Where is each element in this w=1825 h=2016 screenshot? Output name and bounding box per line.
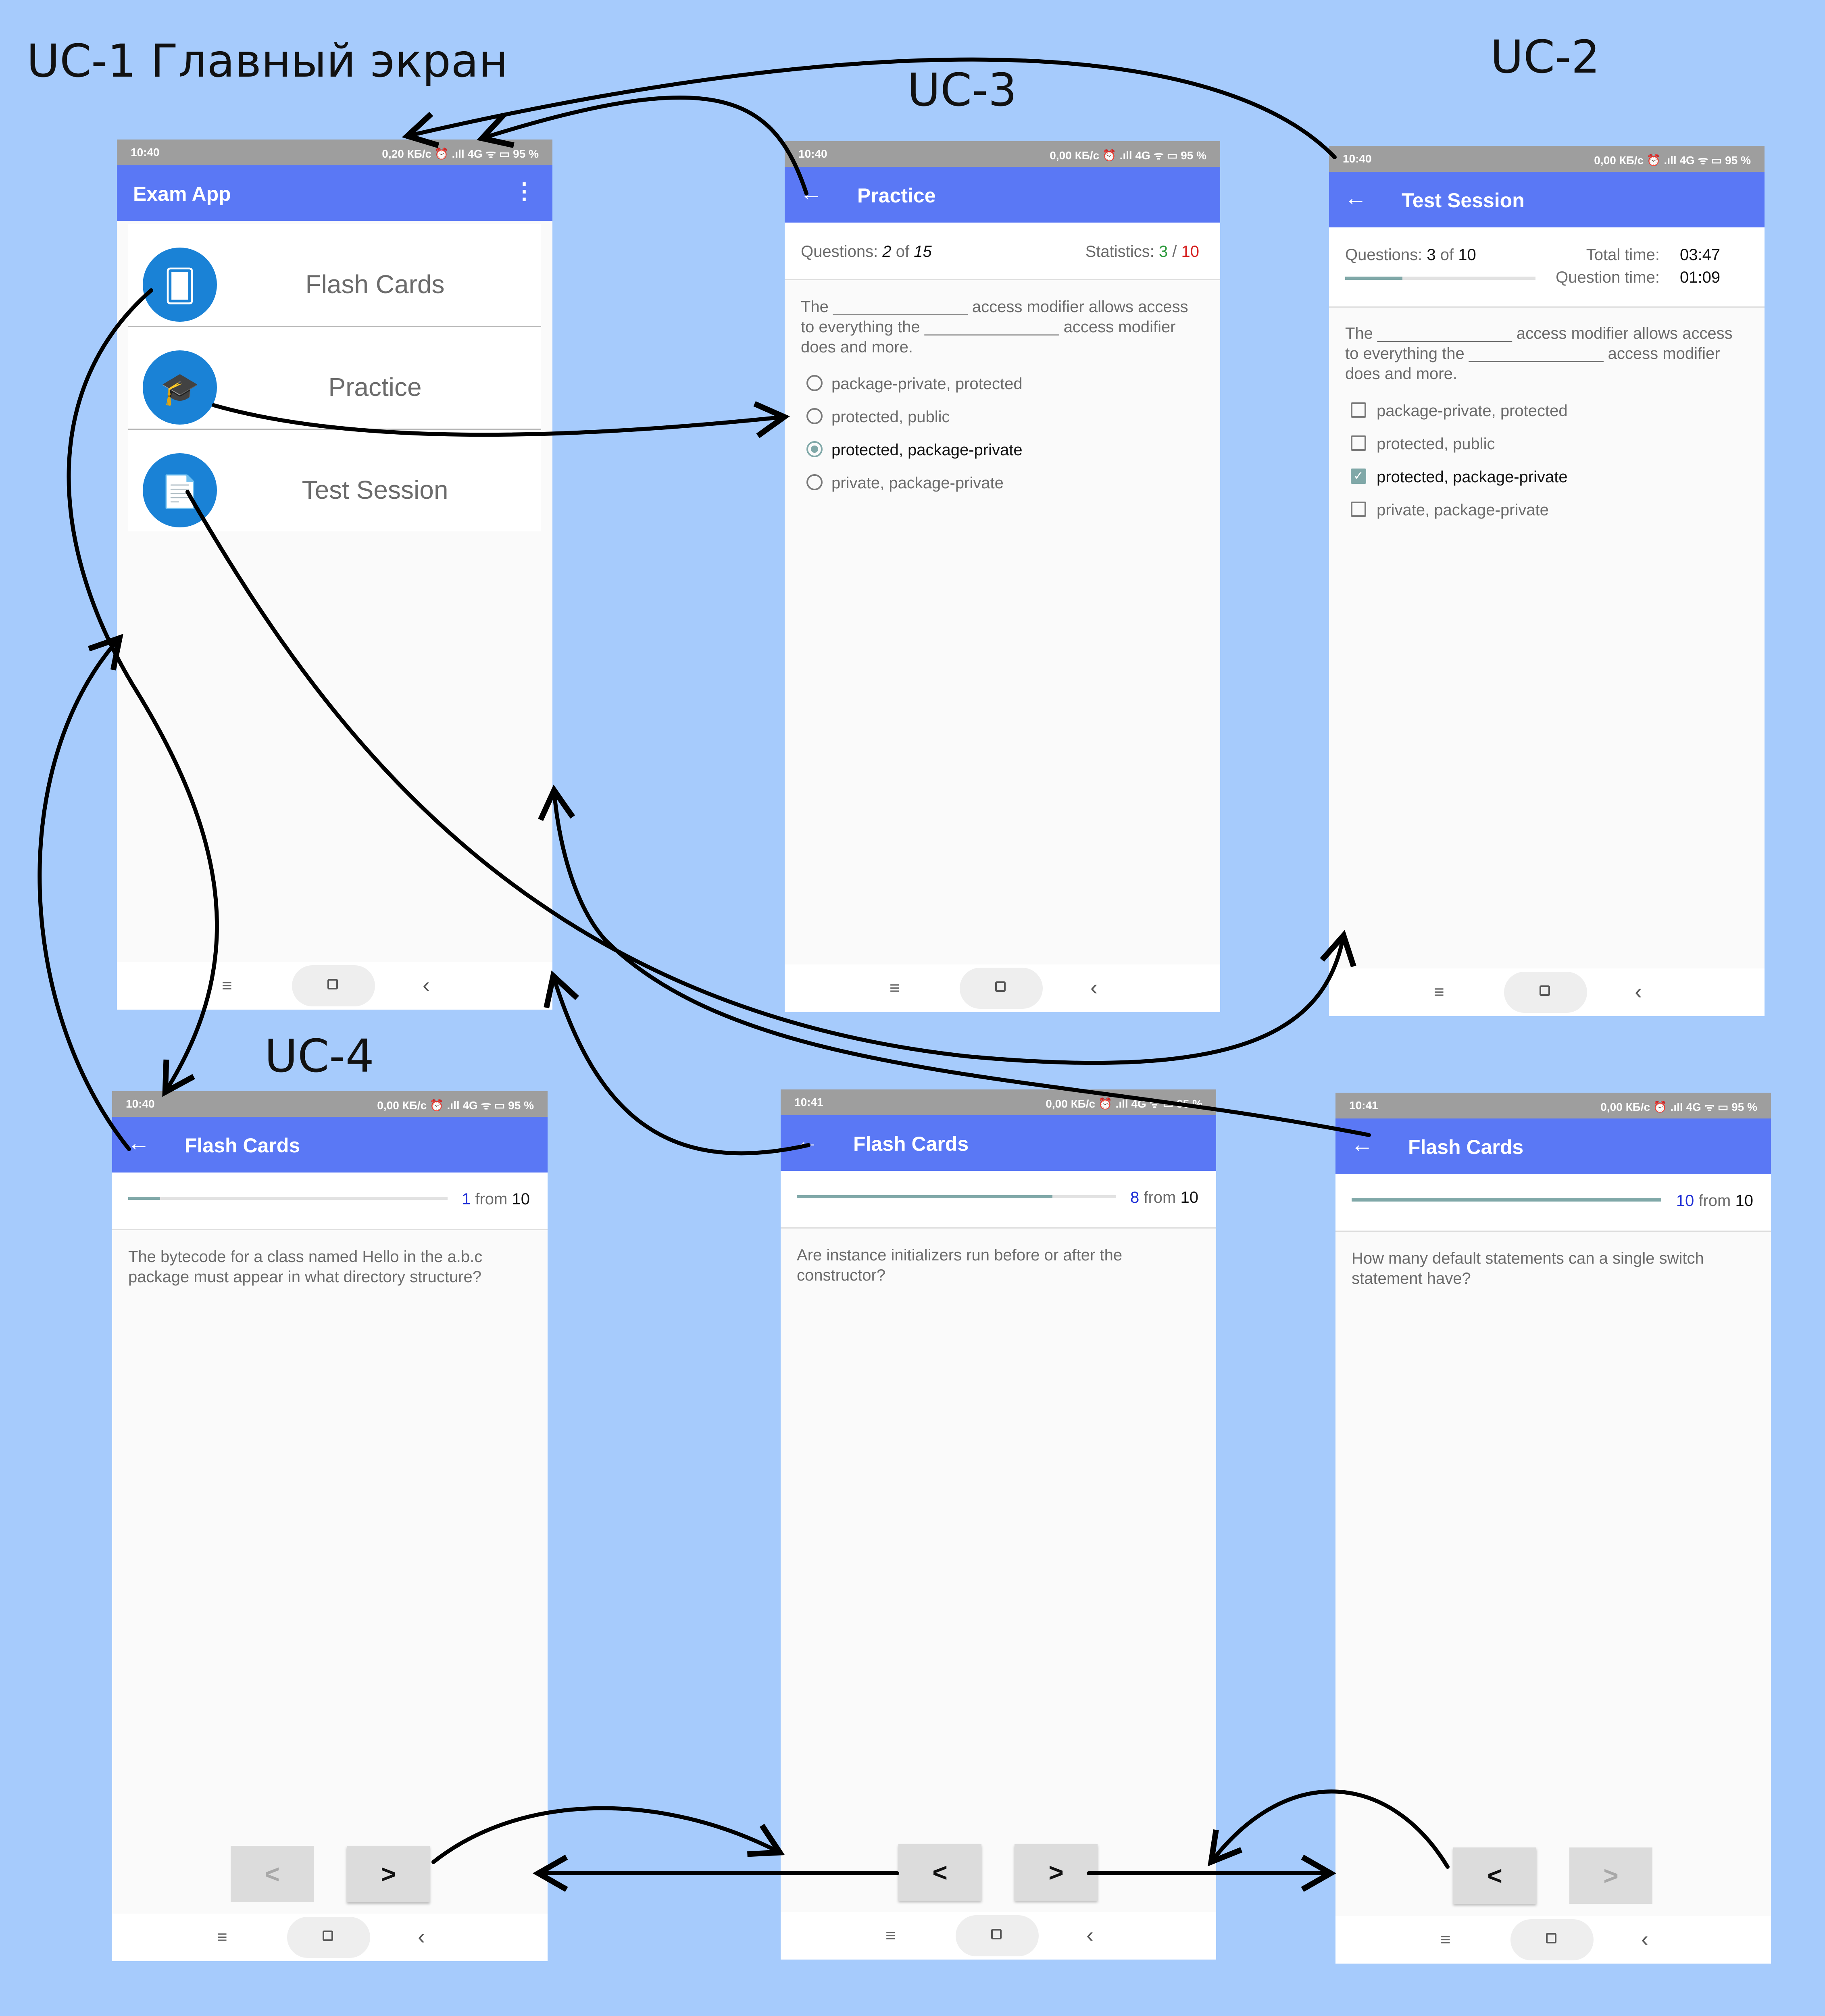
- arrow-test-bottom-to-main: [538, 784, 1371, 1137]
- navigation-flow-arrows: [38, 57, 1450, 1892]
- arrow-main-to-practice: [212, 401, 790, 438]
- arrow-test-back-to-main: [402, 57, 1337, 159]
- arrow-card3-prev-to-card2: [1208, 1789, 1450, 1869]
- arrow-card1-back-to-main: [38, 633, 131, 1151]
- arrow-card2-back-to-main: [544, 971, 810, 1156]
- arrow-main-to-test-session: [185, 490, 1356, 1065]
- arrow-card1-next-to-card2: [431, 1806, 785, 1864]
- arrow-main-to-flash-cards: [67, 288, 219, 1097]
- arrow-practice-back-to-main: [476, 95, 808, 196]
